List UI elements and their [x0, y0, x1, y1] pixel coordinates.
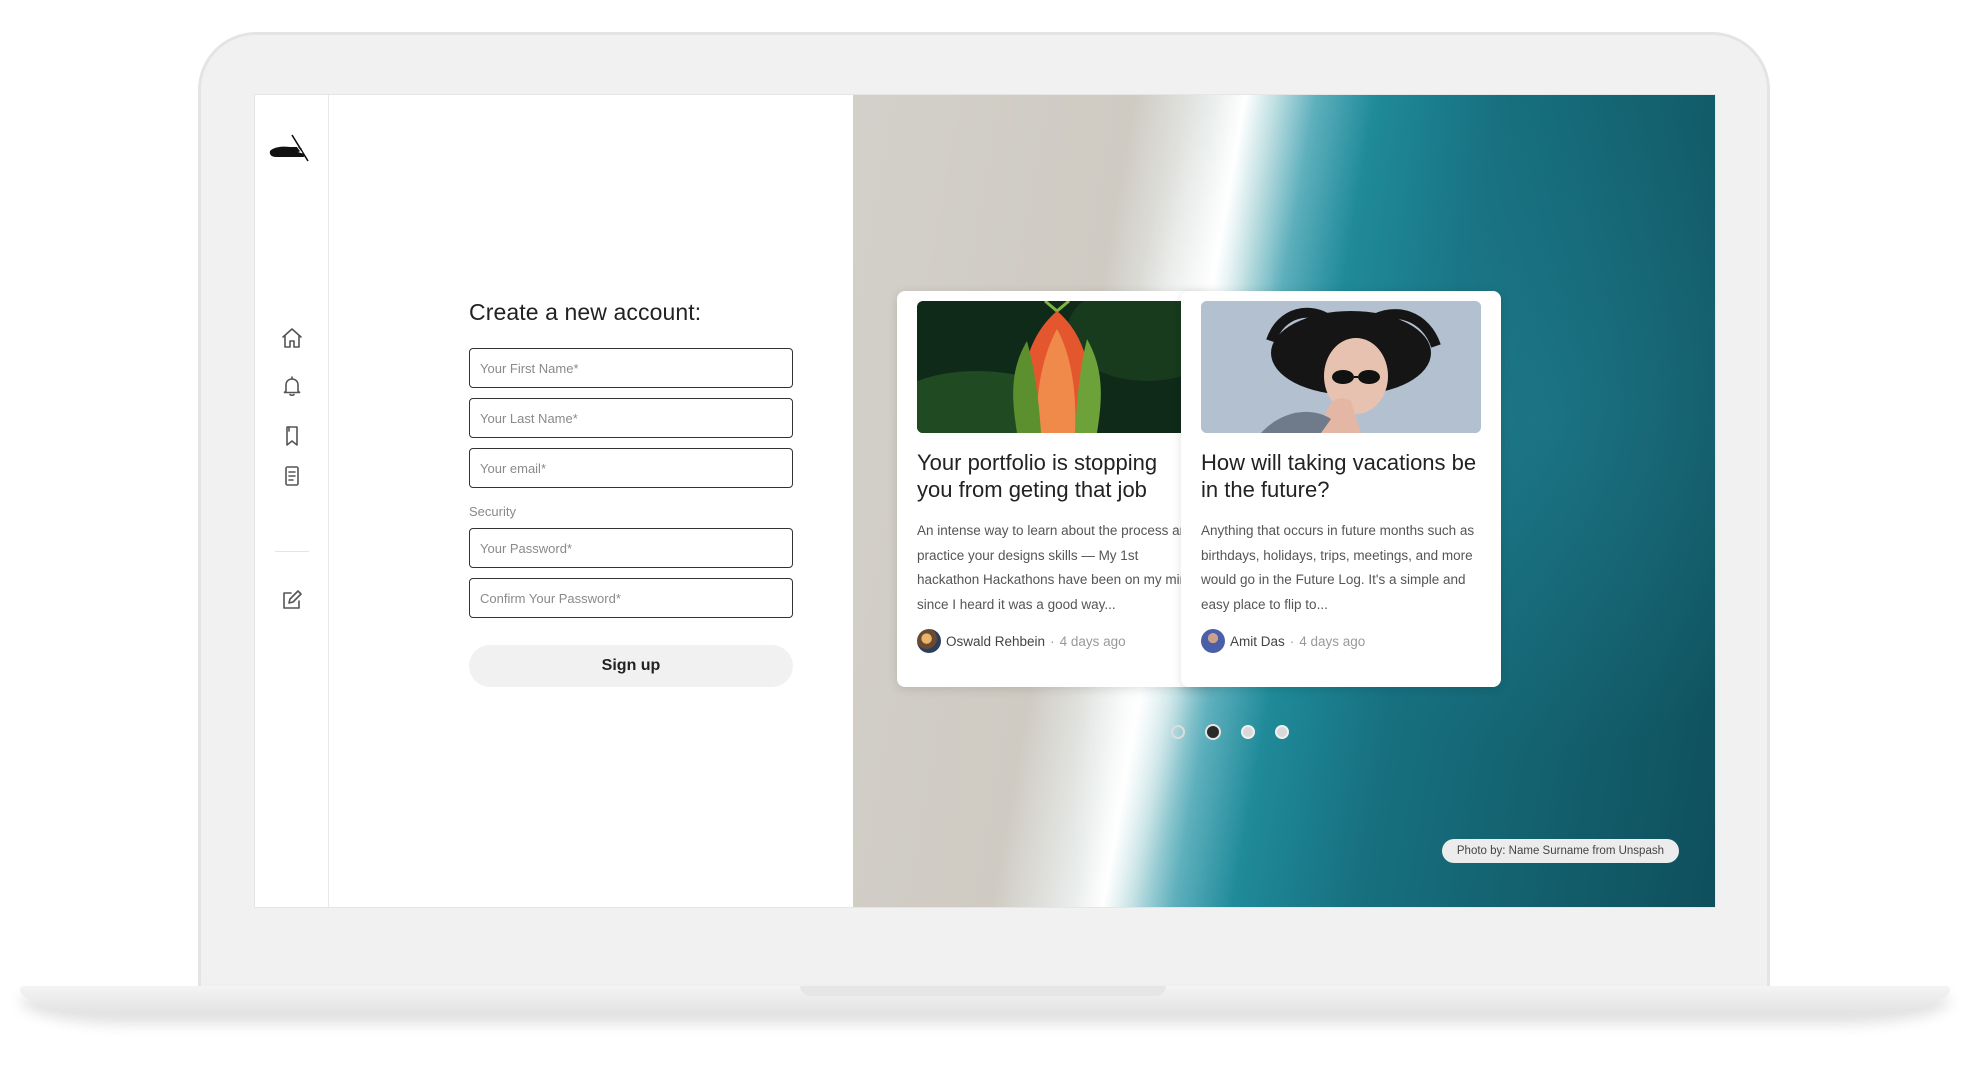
hero-background: Your portfolio is stopping you from geti… [853, 95, 1715, 907]
card-image-woman [1201, 301, 1481, 433]
card-author[interactable]: Amit Das [1230, 634, 1285, 649]
carousel-dot[interactable] [1241, 725, 1255, 739]
home-icon[interactable] [275, 321, 309, 355]
avatar[interactable] [917, 629, 941, 653]
signup-button[interactable]: Sign up [469, 645, 793, 687]
carousel-dot[interactable] [1275, 725, 1289, 739]
edit-icon[interactable] [275, 583, 309, 617]
photo-credit[interactable]: Photo by: Name Surname from Unspash [1441, 839, 1679, 863]
password-input[interactable] [469, 528, 793, 568]
card-meta: Amit Das · 4 days ago [1201, 629, 1481, 653]
card-time: 4 days ago [1299, 633, 1366, 649]
sidebar [255, 95, 329, 907]
card-excerpt: An intense way to learn about the proces… [917, 523, 1195, 612]
last-name-input[interactable] [469, 398, 793, 438]
document-icon[interactable] [275, 459, 309, 493]
meta-separator: · [1289, 633, 1295, 649]
avatar[interactable] [1201, 629, 1225, 653]
card-title[interactable]: Your portfolio is stopping you from geti… [917, 449, 1197, 503]
bell-icon[interactable] [275, 369, 309, 403]
card-time: 4 days ago [1059, 633, 1126, 649]
card-image-flower [917, 301, 1197, 433]
logo-hand-pen-icon[interactable] [268, 133, 310, 163]
signup-panel: Create a new account: Security Sign up [329, 95, 853, 907]
sidebar-divider [275, 551, 309, 552]
card-author[interactable]: Oswald Rehbein [946, 634, 1045, 649]
carousel-dot[interactable] [1171, 725, 1185, 739]
article-card[interactable]: Your portfolio is stopping you from geti… [897, 291, 1217, 687]
security-label: Security [469, 504, 516, 519]
meta-separator: · [1050, 633, 1055, 649]
signup-form: Create a new account: Security Sign up [469, 299, 793, 687]
screen: Create a new account: Security Sign up [254, 94, 1716, 908]
card-excerpt: Anything that occurs in future months su… [1201, 523, 1475, 612]
card-meta: Oswald Rehbein · 4 days ago [917, 629, 1197, 653]
email-input[interactable] [469, 448, 793, 488]
confirm-password-input[interactable] [469, 578, 793, 618]
laptop-notch [800, 986, 1166, 996]
article-card[interactable]: How will taking vacations be in the futu… [1181, 291, 1501, 687]
form-title: Create a new account: [469, 299, 702, 325]
first-name-input[interactable] [469, 348, 793, 388]
bookmark-icon[interactable] [275, 419, 309, 453]
carousel-dot-active[interactable] [1205, 724, 1221, 740]
carousel-indicators [1171, 724, 1289, 740]
card-title[interactable]: How will taking vacations be in the futu… [1201, 449, 1481, 503]
